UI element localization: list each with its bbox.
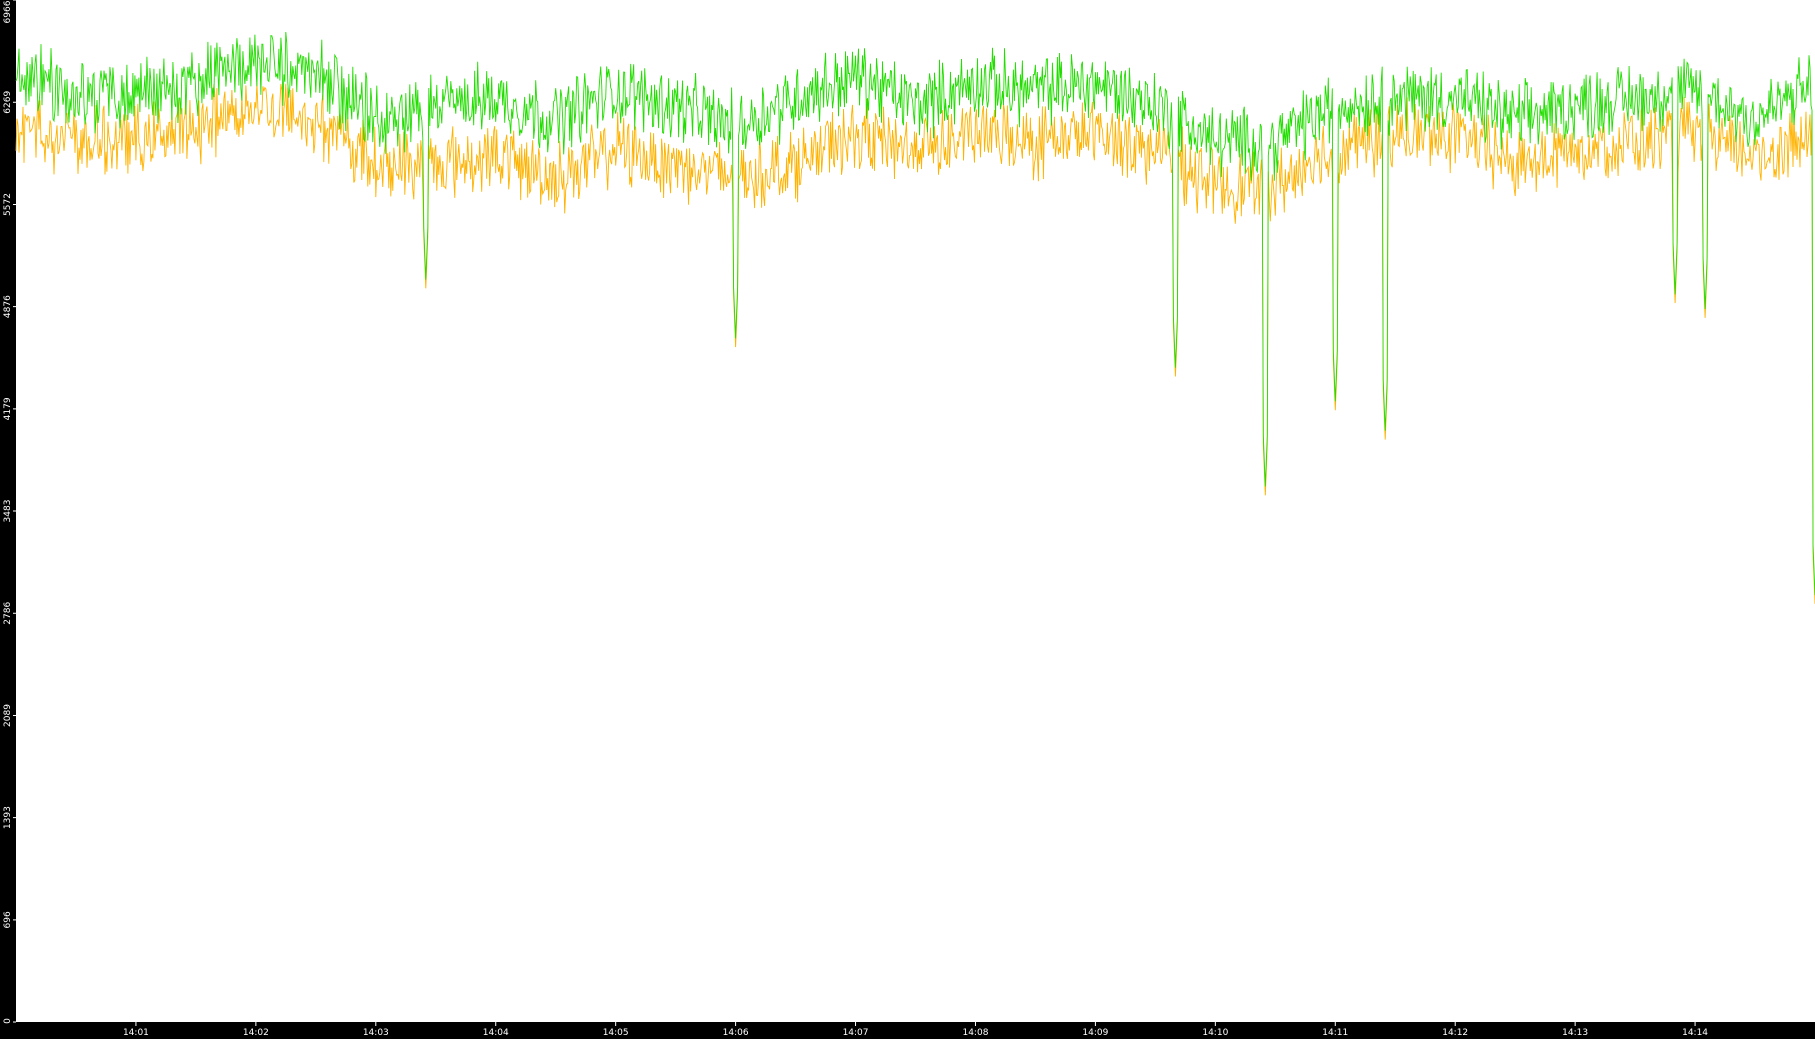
x-tick-label: 14:02	[243, 1028, 269, 1038]
x-tick-label: 14:12	[1442, 1028, 1468, 1038]
line-chart: 0 696 1393 2089 2786 3483 4179 4876 5572 6269 6966…	[0, 0, 1815, 1039]
x-tick-label: 14:09	[1082, 1028, 1108, 1038]
y-tick-label: 5572	[3, 193, 13, 216]
y-tick-label: 2786	[3, 602, 13, 625]
x-tick-label: 14:06	[723, 1028, 749, 1038]
x-tick-label: 14:03	[363, 1028, 389, 1038]
y-tick-label: 0	[3, 1018, 13, 1024]
x-tick-label: 14:13	[1562, 1028, 1588, 1038]
y-tick-label: 6269	[3, 91, 13, 114]
y-tick-label: 4179	[3, 397, 13, 420]
x-tick-label: 14:08	[962, 1028, 988, 1038]
x-tick-label: 14:01	[123, 1028, 149, 1038]
x-tick-label: 14:14	[1682, 1028, 1708, 1038]
x-tick-label: 14:11	[1322, 1028, 1348, 1038]
y-tick-label: 4876	[3, 295, 13, 318]
x-tick-label: 14:05	[603, 1028, 629, 1038]
y-tick-label: 696	[3, 911, 13, 928]
y-tick-label: 2089	[3, 704, 13, 727]
y-tick-label: 1393	[3, 806, 13, 829]
x-tick-label: 14:04	[483, 1028, 509, 1038]
x-tick-label: 14:07	[843, 1028, 869, 1038]
y-tick-label: 6966	[3, 0, 13, 23]
x-tick-label: 14:10	[1202, 1028, 1228, 1038]
y-tick-label: 3483	[3, 500, 13, 523]
